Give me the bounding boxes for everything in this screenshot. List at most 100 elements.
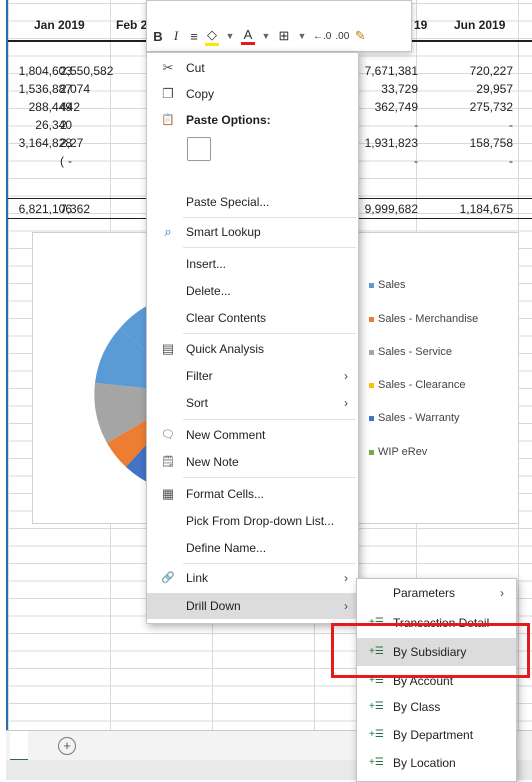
menu-label: New Note (186, 455, 239, 469)
legend-wip-erev: WIP eRev (369, 446, 427, 458)
menu-item-sort[interactable]: Sort › (147, 390, 358, 416)
plus-circle-icon[interactable]: + (58, 737, 76, 755)
total-f[interactable]: 1,184,675 (423, 200, 513, 218)
legend-swatch-clearance (369, 382, 374, 388)
chevron-down-icon[interactable]: ▼ (259, 31, 273, 41)
note-icon: 🗒 (161, 456, 175, 468)
menu-label: Drill Down (186, 599, 241, 613)
legend-label: WIP eRev (378, 446, 428, 458)
menu-label: Cut (186, 61, 205, 75)
menu-item-delete[interactable]: Delete... (147, 278, 358, 304)
menu-item-cut[interactable]: ✂ Cut (147, 55, 358, 81)
paste-options-header: 📋 Paste Options: (147, 107, 358, 133)
menu-separator (183, 419, 356, 420)
mini-toolbar: B I ≡ ◇ ▼ A ▼ ⊞ ▼ ←.0 .00 ✎ (146, 0, 412, 52)
menu-label: Paste Special... (186, 195, 270, 209)
legend-clearance: Sales - Clearance (369, 379, 465, 391)
legend-service: Sales - Service (369, 346, 452, 358)
cell-b5[interactable]: 2,27 (60, 134, 150, 152)
menu-item-pick-from-list[interactable]: Pick From Drop-down List... (147, 508, 358, 534)
menu-item-format-cells[interactable]: ▦ Format Cells... (147, 481, 358, 507)
submenu-item-by-class[interactable]: +☰ By Class (357, 693, 516, 721)
legend-swatch-sales (369, 282, 374, 288)
menu-separator (183, 217, 356, 218)
col-header-jun-2019[interactable]: Jun 2019 (454, 18, 505, 38)
bold-button[interactable]: B (151, 29, 165, 44)
highlight-annotation-box (331, 623, 530, 678)
menu-item-copy[interactable]: ❐ Copy (147, 81, 358, 107)
menu-item-insert[interactable]: Insert... (147, 251, 358, 277)
menu-label: Link (186, 571, 209, 585)
drill-list-icon: +☰ (369, 729, 384, 740)
menu-label: Delete... (186, 284, 231, 298)
legend-swatch-warranty (369, 415, 374, 421)
chevron-right-icon: › (500, 586, 504, 600)
menu-label: Define Name... (186, 541, 267, 555)
menu-label: Clear Contents (186, 311, 267, 325)
menu-item-new-note[interactable]: 🗒 New Note (147, 449, 358, 475)
cell-f2[interactable]: 29,957 (423, 80, 513, 98)
cell-f4[interactable]: - (423, 116, 513, 134)
menu-label: Quick Analysis (186, 342, 265, 356)
legend-merchandise: Sales - Merchandise (369, 313, 478, 325)
menu-label: Insert... (186, 257, 227, 271)
scissors-icon: ✂ (162, 60, 174, 75)
submenu-label: By Location (393, 756, 456, 770)
submenu-label: Parameters (393, 586, 456, 600)
cell-b2[interactable]: 2,074 (60, 80, 150, 98)
col-header-may-2019[interactable]: 19 (414, 18, 427, 38)
increase-decimal-button[interactable]: ←.0 (313, 31, 331, 42)
menu-label: Pick From Drop-down List... (186, 514, 335, 528)
copy-icon: ❐ (162, 86, 174, 101)
chevron-down-icon[interactable]: ▼ (295, 31, 309, 41)
format-painter-button[interactable]: ✎ (353, 28, 367, 44)
legend-swatch-service (369, 349, 374, 355)
chevron-down-icon[interactable]: ▼ (223, 31, 237, 41)
menu-label: Filter (186, 369, 213, 383)
menu-item-quick-analysis[interactable]: ▤ Quick Analysis (147, 336, 358, 362)
drill-down-submenu: Parameters › +☰ Transaction Detail +☰ By Su… (356, 578, 517, 782)
menu-item-clear-contents[interactable]: Clear Contents (147, 305, 358, 331)
cell-b3[interactable]: 442 (60, 98, 150, 116)
total-b[interactable]: 7,362 (60, 200, 150, 218)
legend-sales: Sales (369, 279, 406, 291)
italic-button[interactable]: I (169, 28, 183, 44)
menu-label: Sort (186, 396, 209, 410)
drill-list-icon: +☰ (369, 701, 384, 712)
legend-label: Sales - Merchandise (378, 313, 479, 325)
cell-b6[interactable]: ( (60, 152, 150, 170)
cell-f3[interactable]: 275,732 (423, 98, 513, 116)
menu-item-smart-lookup[interactable]: ⌕ Smart Lookup (147, 219, 358, 245)
submenu-item-by-location[interactable]: +☰ By Location (357, 749, 516, 777)
submenu-label: By Department (393, 728, 474, 742)
borders-button[interactable]: ⊞ (277, 28, 291, 44)
submenu-item-by-department[interactable]: +☰ By Department (357, 721, 516, 749)
cell-f6[interactable]: - (423, 152, 513, 170)
cell-b4[interactable]: 2 (60, 116, 150, 134)
menu-item-paste-special[interactable]: Paste Special... (147, 189, 358, 215)
context-menu: ✂ Cut ❐ Copy 📋 Paste Options: Paste Special… (146, 52, 359, 624)
submenu-item-parameters[interactable]: Parameters › (357, 579, 516, 607)
legend-label: Sales - Clearance (378, 379, 466, 391)
menu-item-new-comment[interactable]: 🗨 New Comment (147, 422, 358, 448)
chevron-right-icon: › (344, 369, 348, 383)
align-center-button[interactable]: ≡ (187, 29, 201, 44)
fill-color-button[interactable]: ◇ (205, 27, 219, 46)
active-sheet-tab[interactable] (10, 731, 28, 761)
menu-item-link[interactable]: 🔗 Link › (147, 565, 358, 591)
cell-f5[interactable]: 158,758 (423, 134, 513, 152)
submenu-label: By Class (393, 700, 441, 714)
menu-item-filter[interactable]: Filter › (147, 363, 358, 389)
decrease-decimal-button[interactable]: .00 (335, 31, 349, 42)
col-header-jan-2019[interactable]: Jan 2019 (34, 18, 85, 38)
cell-b1[interactable]: 2,550,582 (60, 62, 150, 80)
col-header-feb-2019[interactable]: Feb 2 (116, 18, 147, 38)
chevron-right-icon: › (344, 396, 348, 410)
menu-item-drill-down[interactable]: Drill Down › (147, 593, 358, 619)
menu-item-define-name[interactable]: Define Name... (147, 535, 358, 561)
font-color-button[interactable]: A (241, 27, 255, 45)
cell-f1[interactable]: 720,227 (423, 62, 513, 80)
legend-label: Sales - Warranty (378, 412, 460, 424)
paste-values-icon[interactable] (187, 137, 211, 161)
menu-separator (183, 477, 356, 478)
